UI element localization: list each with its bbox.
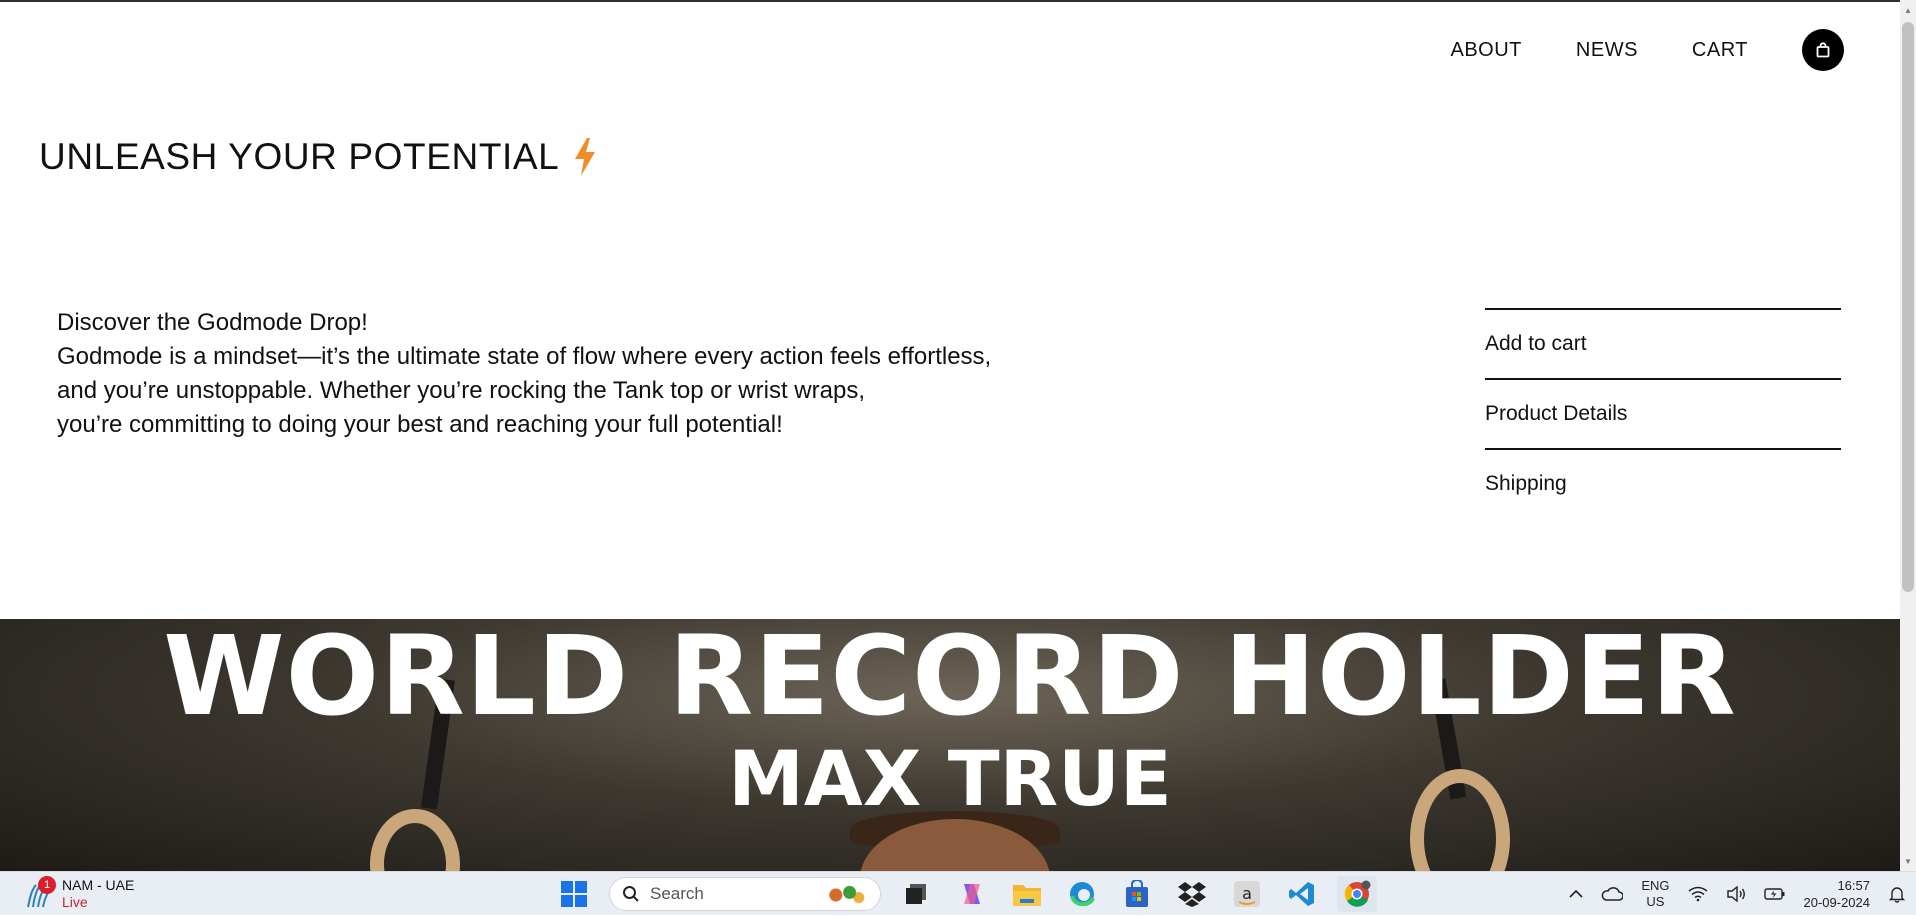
language-code: ENG <box>1641 878 1670 893</box>
hero-banner: WORLD RECORD HOLDER MAX TRUE <box>0 619 1900 871</box>
description-line: and you’re unstoppable. Whether you’re r… <box>57 377 865 404</box>
keyboard-region: US <box>1646 894 1665 909</box>
gym-ring-left <box>370 809 460 871</box>
scroll-down-arrow-icon[interactable]: ▼ <box>1900 853 1916 869</box>
chevron-up-icon[interactable] <box>1569 889 1583 899</box>
amazon-icon[interactable]: a <box>1227 876 1267 912</box>
copilot-icon[interactable] <box>952 876 992 912</box>
weather-icon: 1 <box>24 876 56 909</box>
lightning-bolt-icon <box>575 138 596 176</box>
task-view-icon[interactable] <box>897 876 937 912</box>
hero-title: WORLD RECORD HOLDER <box>163 619 1737 740</box>
description-line: Discover the Godmode Drop! <box>57 309 368 336</box>
product-description: Discover the Godmode Drop! Godmode is a … <box>57 306 1057 442</box>
chrome-icon[interactable] <box>1337 876 1377 912</box>
system-tray: ENG US 16:57 20-09-2024 <box>1569 872 1916 916</box>
main-nav: ABOUT NEWS CART <box>1451 28 1844 72</box>
weather-status: Live <box>62 894 88 910</box>
headline-text: UNLEASH YOUR POTENTIAL <box>39 136 560 177</box>
search-icon <box>623 886 639 902</box>
hero-subtitle: MAX TRUE <box>728 734 1172 823</box>
notification-badge: 1 <box>38 876 56 894</box>
description-line: Godmode is a mindset—it’s the ultimate s… <box>57 343 992 370</box>
accordion-add-to-cart[interactable]: Add to cart <box>1485 308 1841 378</box>
nav-news[interactable]: NEWS <box>1576 39 1638 62</box>
taskbar-apps: Search a <box>554 876 1392 912</box>
page-scrollbar[interactable]: ▲ ▼ <box>1900 0 1916 871</box>
shopping-bag-icon <box>1816 42 1830 58</box>
notification-bell-icon[interactable] <box>1888 885 1906 903</box>
windows-taskbar: 1 NAM - UAE Live Search a ENG US 16:57 2… <box>0 871 1916 915</box>
vscode-icon[interactable] <box>1282 876 1322 912</box>
accordion-label: Shipping <box>1485 472 1567 495</box>
start-icon[interactable] <box>554 876 594 912</box>
search-placeholder: Search <box>650 884 704 903</box>
svg-text:a: a <box>1242 884 1252 903</box>
description-line: you’re committing to doing your best and… <box>57 411 783 438</box>
accordion-shipping[interactable]: Shipping <box>1485 448 1841 518</box>
cart-bag-button[interactable] <box>1802 29 1844 71</box>
store-icon[interactable] <box>1117 876 1157 912</box>
scroll-thumb[interactable] <box>1902 22 1914 592</box>
language-indicator[interactable]: ENG US <box>1641 878 1669 910</box>
wifi-icon[interactable] <box>1688 886 1708 902</box>
page-headline: UNLEASH YOUR POTENTIAL <box>39 136 597 178</box>
weather-widget[interactable]: 1 NAM - UAE Live <box>24 876 134 912</box>
nav-about[interactable]: ABOUT <box>1451 39 1522 62</box>
clock-time: 16:57 <box>1837 878 1870 893</box>
product-accordion: Add to cart Product Details Shipping <box>1485 308 1841 518</box>
scroll-up-arrow-icon[interactable]: ▲ <box>1900 2 1916 18</box>
clock-date: 20-09-2024 <box>1803 895 1871 910</box>
weather-text: NAM - UAE Live <box>62 877 134 911</box>
accordion-label: Add to cart <box>1485 332 1587 355</box>
window-top-border <box>0 0 1916 2</box>
battery-icon[interactable] <box>1763 887 1786 901</box>
taskbar-clock[interactable]: 16:57 20-09-2024 <box>1804 877 1871 911</box>
dropbox-icon[interactable] <box>1172 876 1212 912</box>
accordion-product-details[interactable]: Product Details <box>1485 378 1841 448</box>
nav-cart[interactable]: CART <box>1692 39 1748 62</box>
search-highlight-icon <box>822 882 868 908</box>
taskbar-search-box[interactable]: Search <box>609 877 881 911</box>
weather-location: NAM - UAE <box>62 877 135 893</box>
volume-icon[interactable] <box>1726 886 1746 902</box>
file-explorer-icon[interactable] <box>1007 876 1047 912</box>
edge-icon[interactable] <box>1062 876 1102 912</box>
accordion-label: Product Details <box>1485 402 1628 425</box>
onedrive-cloud-icon[interactable] <box>1601 887 1624 901</box>
